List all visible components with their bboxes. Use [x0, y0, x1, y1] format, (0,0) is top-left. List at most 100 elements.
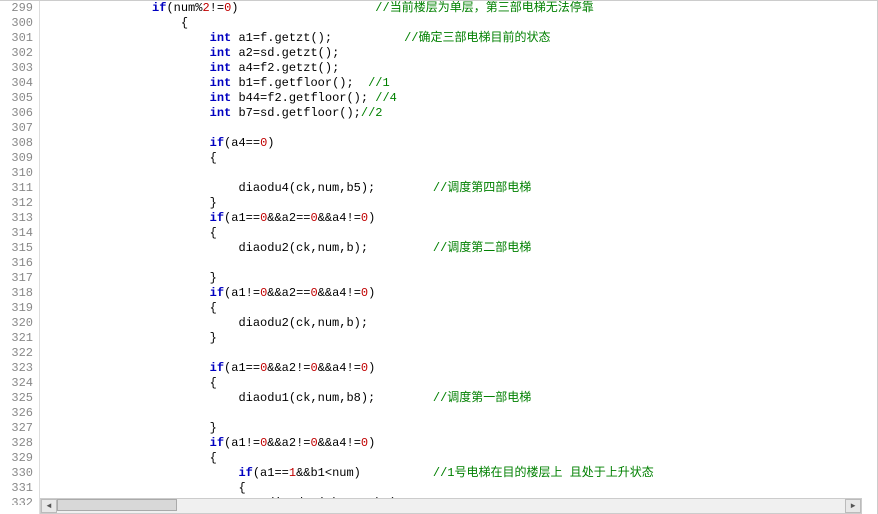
token-id: &&a4!= — [318, 211, 361, 225]
code-line[interactable] — [44, 121, 877, 136]
token-id: (a1!= — [224, 286, 260, 300]
code-line[interactable]: } — [44, 271, 877, 286]
code-editor[interactable]: 2993003013023033043053063073083093103113… — [0, 0, 878, 514]
line-number: 312 — [0, 196, 33, 211]
code-line[interactable]: diaodu1(ck,num,b8); //调度第一部电梯 — [44, 391, 877, 406]
scroll-track[interactable] — [57, 499, 845, 513]
line-number: 313 — [0, 211, 33, 226]
code-line[interactable]: if(a1!=0&&a2==0&&a4!=0) — [44, 286, 877, 301]
line-number: 310 — [0, 166, 33, 181]
token-id: } — [210, 421, 217, 435]
token-id: diaodu2(ck,num,b); — [238, 241, 368, 255]
code-line[interactable]: diaodu4(ck,num,b5); //调度第四部电梯 — [44, 181, 877, 196]
token-num: 2 — [202, 1, 209, 15]
code-line[interactable]: int b7=sd.getfloor();//2 — [44, 106, 877, 121]
token-kw: if — [210, 361, 224, 375]
code-line[interactable]: int b44=f2.getfloor(); //4 — [44, 91, 877, 106]
line-number: 317 — [0, 271, 33, 286]
code-line[interactable]: int a1=f.getzt(); //确定三部电梯目前的状态 — [44, 31, 877, 46]
comment: //调度第一部电梯 — [433, 391, 531, 405]
line-number: 301 — [0, 31, 33, 46]
scroll-left-arrow[interactable]: ◄ — [41, 499, 57, 513]
code-line[interactable]: { — [44, 376, 877, 391]
code-line[interactable]: { — [44, 451, 877, 466]
code-line[interactable]: if(num%2!=0) //当前楼层为单层，第三部电梯无法停靠 — [44, 1, 877, 16]
token-id: &&a4!= — [318, 436, 361, 450]
token-id: &&a2== — [267, 211, 310, 225]
line-number: 302 — [0, 46, 33, 61]
code-line[interactable]: int a4=f2.getzt(); — [44, 61, 877, 76]
token-id: (a1== — [224, 211, 260, 225]
token-id: (a1== — [224, 361, 260, 375]
token-kw: if — [210, 211, 224, 225]
token-type: int — [210, 106, 232, 120]
token-id: (a1== — [253, 466, 289, 480]
code-line[interactable]: int a2=sd.getzt(); — [44, 46, 877, 61]
code-line[interactable]: } — [44, 421, 877, 436]
token-id: ) — [231, 1, 238, 15]
token-type: int — [210, 91, 232, 105]
code-line[interactable]: if(a4==0) — [44, 136, 877, 151]
code-line[interactable]: diaodu2(ck,num,b); //调度第二部电梯 — [44, 241, 877, 256]
token-id: &&b1<num) — [296, 466, 361, 480]
line-number: 331 — [0, 481, 33, 496]
horizontal-scrollbar[interactable]: ◄ ► — [40, 498, 862, 514]
token-id: { — [181, 16, 188, 30]
code-line[interactable] — [44, 256, 877, 271]
code-line[interactable]: { — [44, 301, 877, 316]
code-line[interactable] — [44, 346, 877, 361]
line-number: 319 — [0, 301, 33, 316]
token-id: diaodu1(ck,num,b8); — [238, 391, 375, 405]
comment: //调度第四部电梯 — [433, 181, 531, 195]
token-id: diaodu2(ck,num,b); — [238, 316, 368, 330]
line-number: 318 — [0, 286, 33, 301]
code-line[interactable] — [44, 406, 877, 421]
code-line[interactable]: if(a1==1&&b1<num) //1号电梯在目的楼层上 且处于上升状态 — [44, 466, 877, 481]
token-cmt: //4 — [375, 91, 397, 105]
token-id: ) — [368, 286, 375, 300]
code-area[interactable]: if(num%2!=0) //当前楼层为单层，第三部电梯无法停靠 { int a… — [40, 1, 877, 514]
token-kw: if — [210, 286, 224, 300]
token-id: } — [210, 196, 217, 210]
line-number: 300 — [0, 16, 33, 31]
code-line[interactable]: diaodu2(ck,num,b); — [44, 316, 877, 331]
token-id: &&a4!= — [318, 361, 361, 375]
code-line[interactable]: if(a1==0&&a2==0&&a4!=0) — [44, 211, 877, 226]
code-line[interactable]: } — [44, 331, 877, 346]
line-number: 309 — [0, 151, 33, 166]
code-line[interactable]: { — [44, 16, 877, 31]
code-line[interactable]: { — [44, 226, 877, 241]
scroll-thumb[interactable] — [57, 499, 177, 511]
line-number: 332 — [0, 496, 33, 505]
code-line[interactable]: if(a1!=0&&a2!=0&&a4!=0) — [44, 436, 877, 451]
token-num: 0 — [310, 286, 317, 300]
code-line[interactable]: { — [44, 481, 877, 496]
token-id: { — [238, 481, 245, 495]
token-cmt: //1 — [368, 76, 390, 90]
line-number: 308 — [0, 136, 33, 151]
token-id: a4=f2.getzt(); — [231, 61, 339, 75]
token-id: &&a2!= — [267, 436, 310, 450]
token-kw: if — [238, 466, 252, 480]
token-id: b44=f2.getfloor(); — [231, 91, 375, 105]
line-number: 325 — [0, 391, 33, 406]
token-id: } — [210, 271, 217, 285]
scroll-right-arrow[interactable]: ► — [845, 499, 861, 513]
code-line[interactable]: } — [44, 196, 877, 211]
line-number: 303 — [0, 61, 33, 76]
token-id: { — [210, 301, 217, 315]
code-line[interactable] — [44, 166, 877, 181]
token-id: (a1!= — [224, 436, 260, 450]
code-line[interactable]: int b1=f.getfloor(); //1 — [44, 76, 877, 91]
line-number: 327 — [0, 421, 33, 436]
token-id: &&a4!= — [318, 286, 361, 300]
code-line[interactable]: if(a1==0&&a2!=0&&a4!=0) — [44, 361, 877, 376]
code-line[interactable]: { — [44, 151, 877, 166]
line-number: 326 — [0, 406, 33, 421]
line-number: 305 — [0, 91, 33, 106]
token-id: ) — [368, 211, 375, 225]
line-number: 329 — [0, 451, 33, 466]
token-id: a1=f.getzt(); — [231, 31, 332, 45]
comment: //调度第二部电梯 — [433, 241, 531, 255]
token-id: } — [210, 331, 217, 345]
